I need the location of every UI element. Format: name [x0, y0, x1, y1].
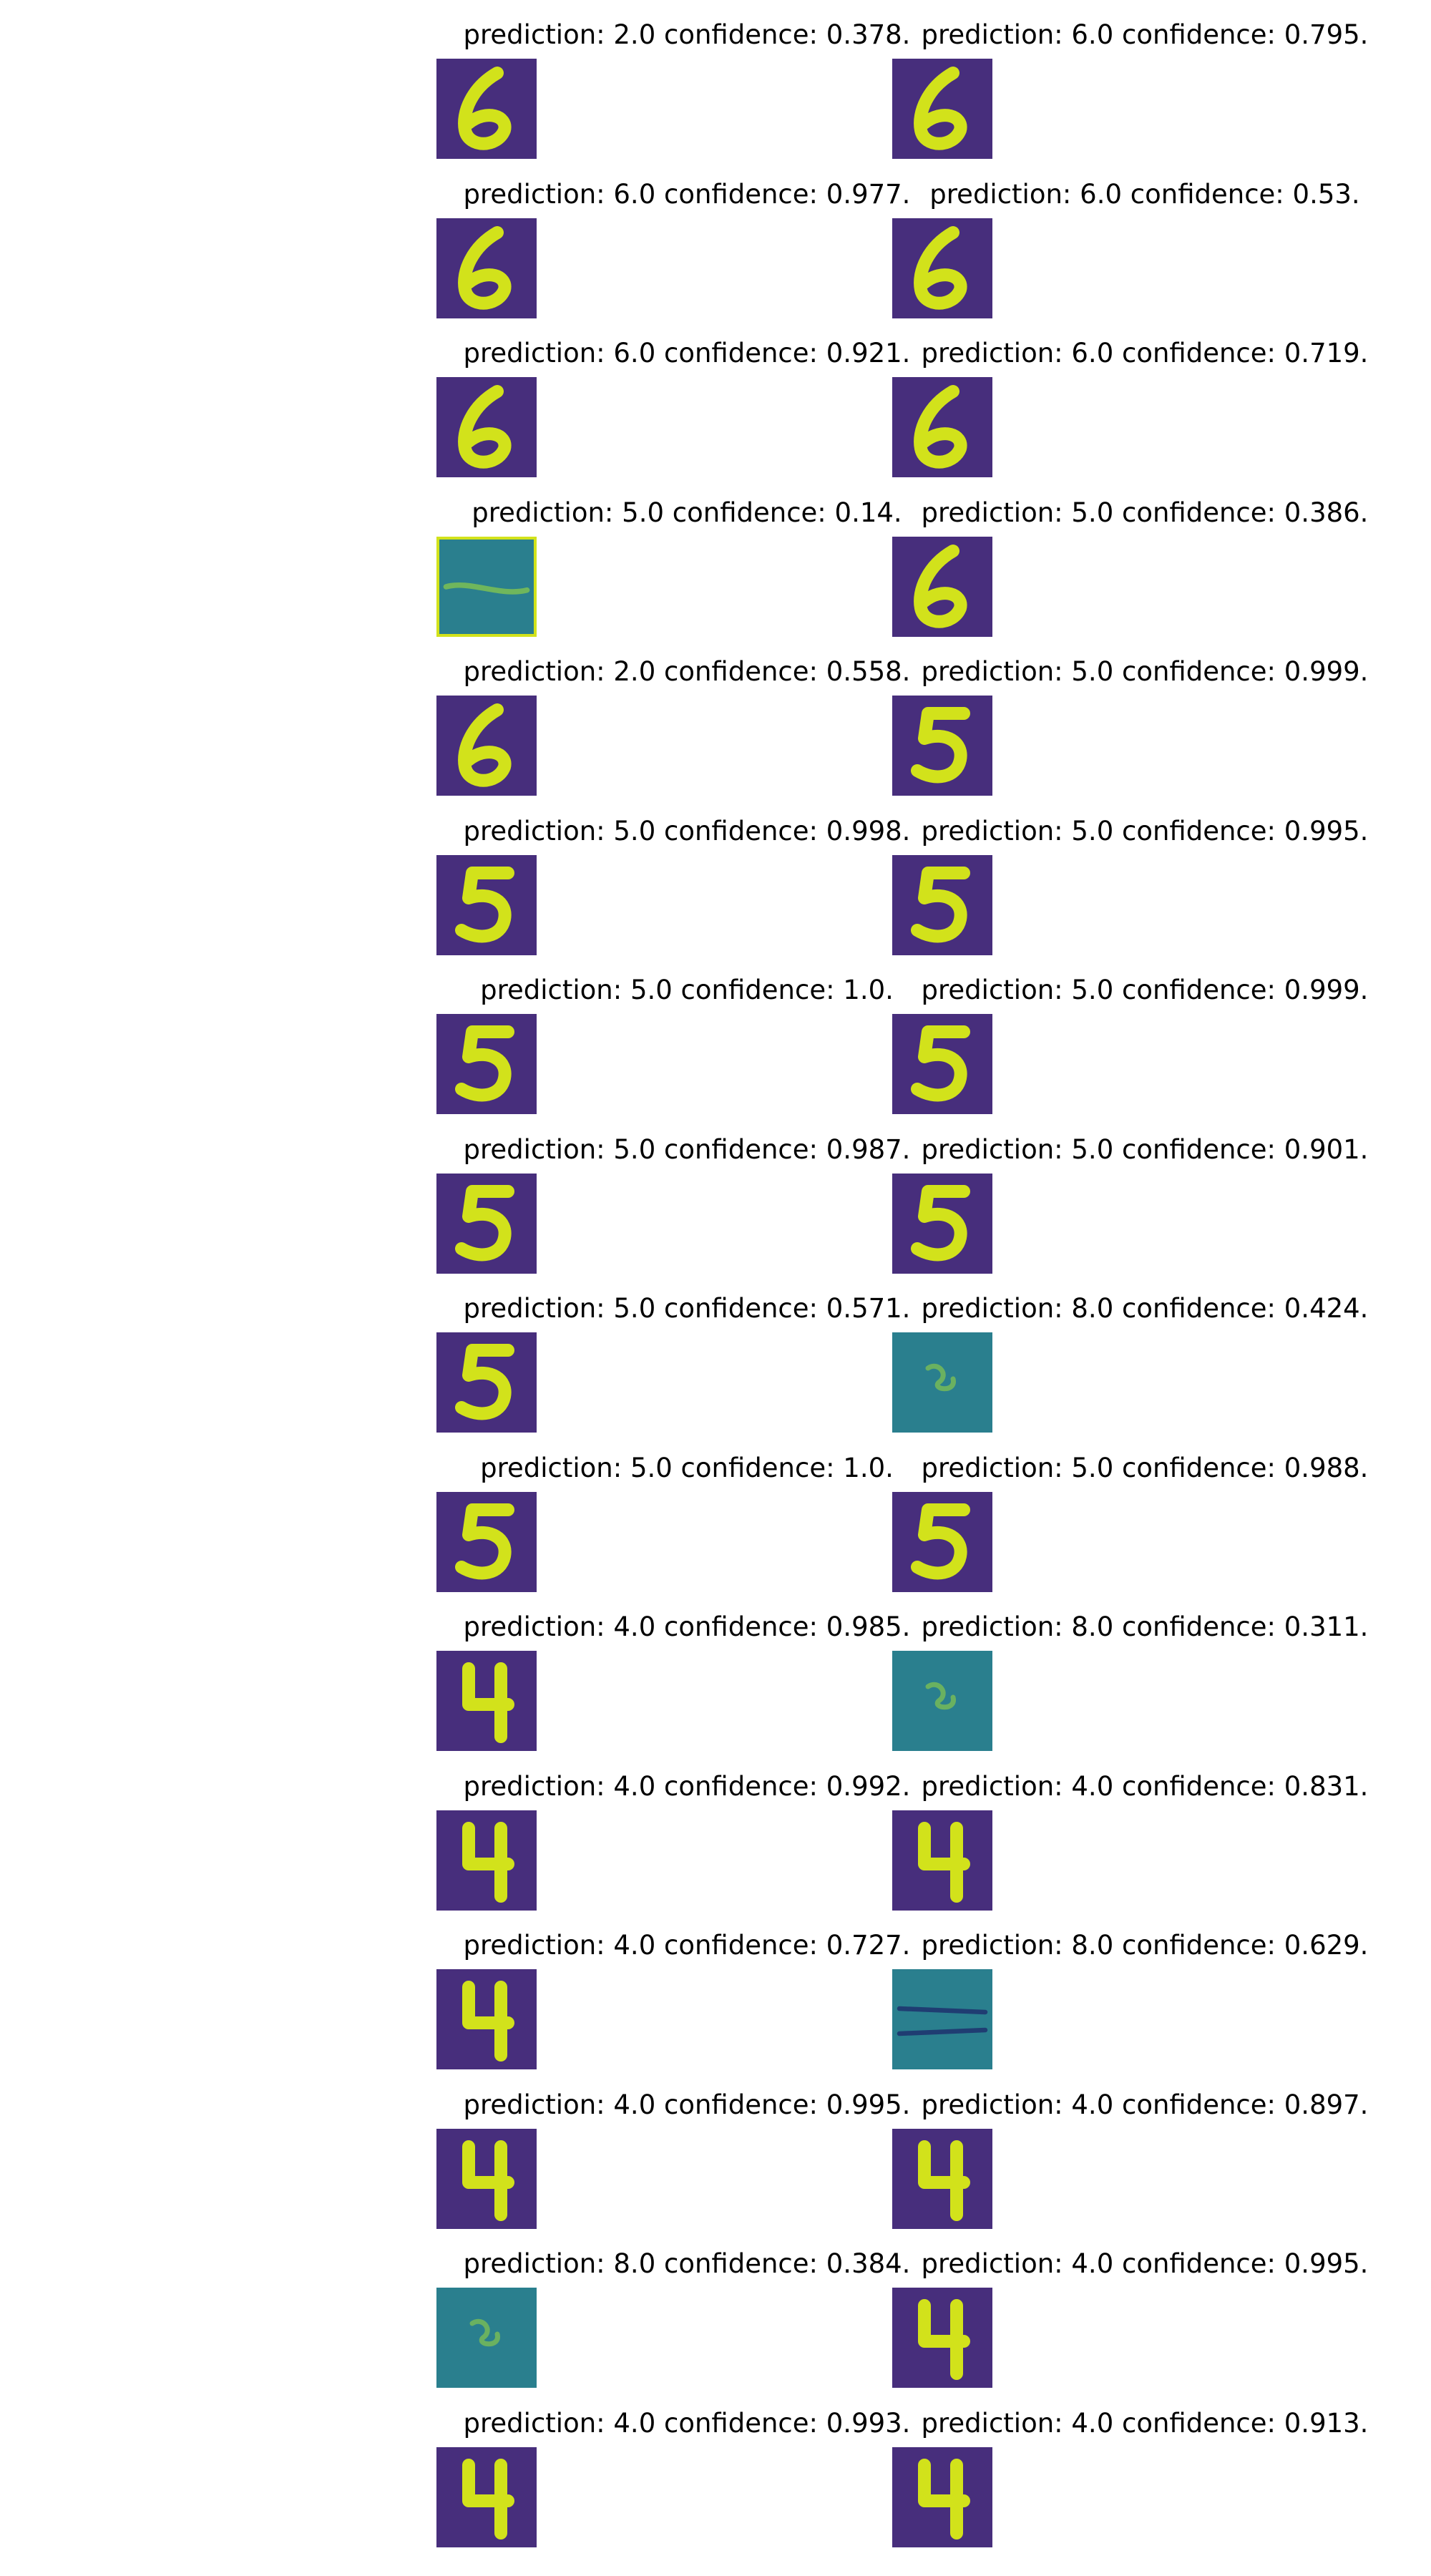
panel-image — [436, 59, 537, 159]
panel-image — [436, 854, 537, 955]
panel-title: prediction: 5.0 confidence: 1.0. — [480, 1452, 894, 1483]
panel-image — [436, 1491, 537, 1592]
panel-image — [436, 2128, 537, 2229]
panel-image — [892, 218, 992, 318]
panel-image — [436, 2288, 537, 2388]
panel-title: prediction: 4.0 confidence: 0.897. — [921, 2089, 1369, 2120]
panel-image — [892, 1491, 992, 1592]
panel-image — [436, 218, 537, 318]
panel-title: prediction: 5.0 confidence: 0.571. — [463, 1293, 911, 1324]
panel-title: prediction: 6.0 confidence: 0.795. — [921, 19, 1369, 50]
panel-title: prediction: 4.0 confidence: 0.992. — [463, 1770, 911, 1802]
panel-image — [436, 696, 537, 796]
panel-title: prediction: 6.0 confidence: 0.921. — [463, 338, 911, 369]
panel-image — [892, 536, 992, 637]
panel-title: prediction: 8.0 confidence: 0.311. — [921, 1611, 1369, 1642]
panel-image — [892, 1651, 992, 1751]
panel-title: prediction: 4.0 confidence: 0.913. — [921, 2407, 1369, 2439]
panel-title: prediction: 5.0 confidence: 0.995. — [921, 815, 1369, 847]
panel-image — [892, 1810, 992, 1911]
panel-title: prediction: 5.0 confidence: 0.901. — [921, 1133, 1369, 1165]
panel-image — [436, 1332, 537, 1433]
panel-title: prediction: 6.0 confidence: 0.53. — [929, 178, 1360, 210]
panel-title: prediction: 6.0 confidence: 0.977. — [463, 178, 911, 210]
panel-title: prediction: 5.0 confidence: 1.0. — [480, 975, 894, 1005]
panel-image — [436, 1014, 537, 1114]
panel-title: prediction: 2.0 confidence: 0.558. — [463, 656, 911, 687]
panel-image — [892, 1014, 992, 1114]
panel-image — [436, 1969, 537, 2069]
panel-title: prediction: 5.0 confidence: 0.998. — [463, 815, 911, 847]
panel-title: prediction: 5.0 confidence: 0.988. — [921, 1452, 1369, 1483]
panel-image — [436, 1810, 537, 1911]
image-grid: prediction: 2.0 confidence: 0.378. predic… — [0, 0, 1431, 2576]
panel-image — [892, 854, 992, 955]
panel-title: prediction: 5.0 confidence: 0.14. — [472, 497, 902, 528]
panel-title: prediction: 4.0 confidence: 0.995. — [463, 2089, 911, 2120]
panel-image — [436, 536, 537, 637]
panel-title: prediction: 8.0 confidence: 0.424. — [921, 1293, 1369, 1324]
panel-title: prediction: 4.0 confidence: 0.985. — [463, 1611, 911, 1642]
panel-title: prediction: 8.0 confidence: 0.384. — [463, 2248, 911, 2279]
panel-title: prediction: 8.0 confidence: 0.629. — [921, 1930, 1369, 1961]
panel-title: prediction: 6.0 confidence: 0.719. — [921, 338, 1369, 369]
panel-title: prediction: 5.0 confidence: 0.999. — [921, 656, 1369, 687]
panel-image — [436, 1173, 537, 1274]
panel-image — [436, 2446, 537, 2547]
panel-title: prediction: 5.0 confidence: 0.987. — [463, 1133, 911, 1165]
panel-image — [436, 1651, 537, 1751]
panel-title: prediction: 4.0 confidence: 0.995. — [921, 2248, 1369, 2279]
panel-title: prediction: 4.0 confidence: 0.993. — [463, 2407, 911, 2439]
panel-image — [436, 377, 537, 477]
panel-image — [892, 2128, 992, 2229]
panel-image — [892, 1173, 992, 1274]
panel-image — [892, 2288, 992, 2388]
panel-image — [892, 1969, 992, 2069]
panel-image — [892, 377, 992, 477]
panel-image — [892, 59, 992, 159]
panel-title: prediction: 4.0 confidence: 0.727. — [463, 1930, 911, 1961]
panel-title: prediction: 2.0 confidence: 0.378. — [463, 19, 911, 50]
panel-image — [892, 1332, 992, 1433]
panel-image — [892, 696, 992, 796]
panel-title: prediction: 4.0 confidence: 0.831. — [921, 1770, 1369, 1802]
panel-image — [892, 2446, 992, 2547]
panel-title: prediction: 5.0 confidence: 0.999. — [921, 975, 1369, 1005]
panel-title: prediction: 5.0 confidence: 0.386. — [921, 497, 1369, 528]
